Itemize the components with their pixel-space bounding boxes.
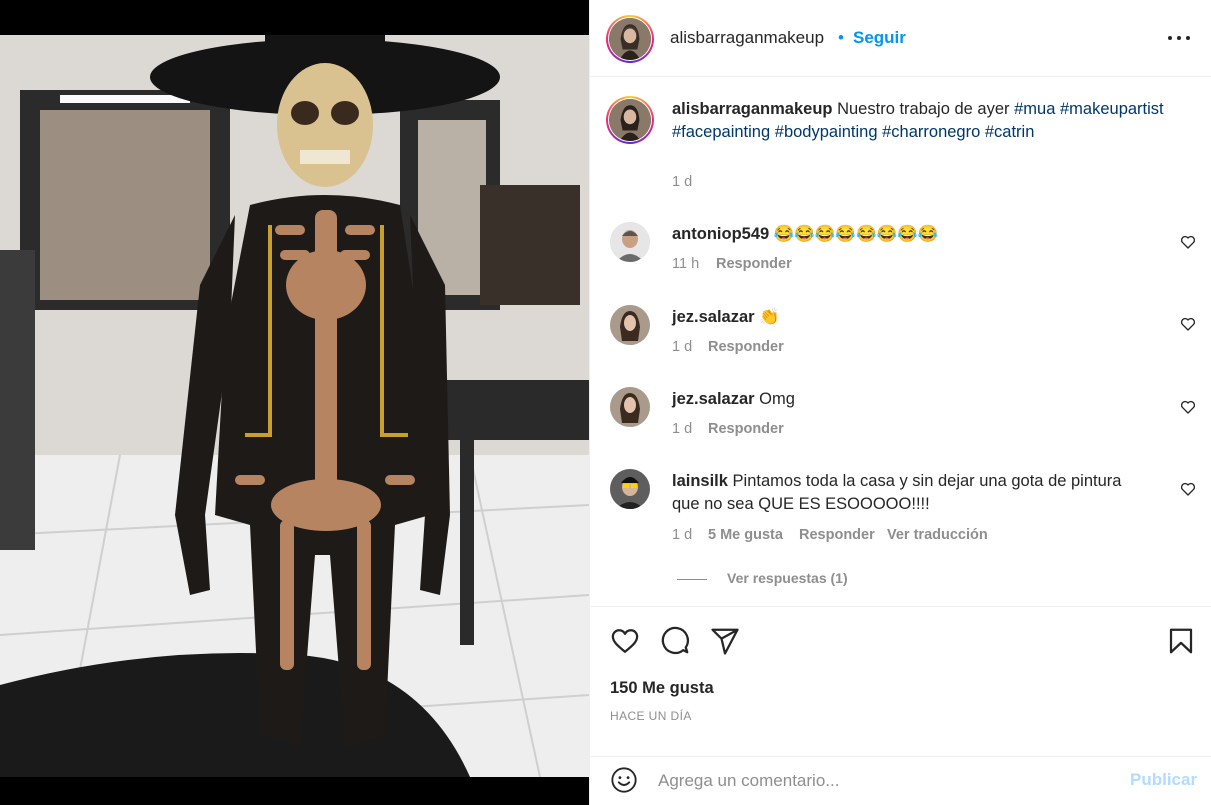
comment-text: jez.salazar 👏 — [672, 306, 1172, 329]
comment-icon[interactable] — [660, 626, 690, 656]
bookmark-icon[interactable] — [1166, 626, 1196, 656]
hashtag[interactable]: #catrin — [985, 123, 1035, 141]
comment-time: 1 d — [672, 421, 693, 437]
comment-time: 1 d — [672, 339, 693, 355]
comment-username[interactable]: lainsilk — [672, 472, 728, 490]
hashtag[interactable]: #facepainting — [672, 123, 770, 141]
emoji-icon[interactable] — [610, 766, 638, 794]
caption-avatar-image — [609, 99, 651, 141]
post-caption: alisbarraganmakeup Nuestro trabajo de ay… — [672, 98, 1172, 144]
separator-dot: • — [838, 28, 844, 47]
comment-avatar[interactable] — [610, 305, 650, 345]
view-replies-button[interactable]: Ver respuestas (1) — [677, 570, 848, 586]
comment-avatar[interactable] — [610, 387, 650, 427]
follow-button[interactable]: Seguir — [853, 28, 906, 48]
post-image — [0, 35, 589, 777]
comment-likes-count[interactable]: 5 Me gusta — [708, 527, 783, 543]
translate-button[interactable]: Ver traducción — [887, 527, 988, 543]
comment-body: 👏 — [759, 308, 780, 326]
post-details-panel: alisbarraganmakeup • Seguir alisbarragan… — [589, 0, 1211, 805]
reply-button[interactable]: Responder — [716, 256, 792, 272]
author-username[interactable]: alisbarraganmakeup — [670, 28, 824, 48]
comments-section: alisbarraganmakeup Nuestro trabajo de ay… — [590, 78, 1211, 606]
publish-button[interactable]: Publicar — [1130, 770, 1197, 790]
comment-text: lainsilk Pintamos toda la casa y sin dej… — [672, 470, 1152, 516]
comment-like-icon[interactable] — [1180, 234, 1196, 250]
comment-avatar[interactable] — [610, 469, 650, 509]
comment-username[interactable]: jez.salazar — [672, 390, 755, 408]
caption-body: Nuestro trabajo de ayer — [837, 100, 1010, 118]
comment-input[interactable] — [658, 769, 1108, 793]
comment-time: 11 h — [672, 256, 700, 272]
caption-username[interactable]: alisbarraganmakeup — [672, 100, 833, 118]
author-avatar[interactable] — [606, 15, 654, 63]
hashtag[interactable]: #mua — [1014, 100, 1055, 118]
comment-time: 1 d — [672, 527, 693, 543]
comment-like-icon[interactable] — [1180, 316, 1196, 332]
post-header: alisbarraganmakeup • Seguir — [590, 0, 1211, 77]
comment-text: jez.salazar Omg — [672, 388, 1172, 411]
comment-like-icon[interactable] — [1180, 481, 1196, 497]
comment-text: antoniop549 😂😂😂😂😂😂😂😂 — [672, 223, 1172, 246]
author-avatar-image — [609, 18, 651, 60]
caption-time: 1 d — [672, 174, 693, 190]
comment-username[interactable]: antoniop549 — [672, 225, 769, 243]
reply-button[interactable]: Responder — [708, 421, 784, 437]
reply-button[interactable]: Responder — [708, 339, 784, 355]
comment-avatar-image — [610, 387, 650, 427]
comment-avatar-image — [610, 222, 650, 262]
post-photo[interactable] — [0, 35, 589, 777]
comment-avatar-image — [610, 469, 650, 509]
comment-body: 😂😂😂😂😂😂😂😂 — [773, 225, 939, 243]
comment-avatar[interactable] — [610, 222, 650, 262]
more-options-icon[interactable] — [1168, 28, 1190, 48]
reply-button[interactable]: Responder — [799, 527, 875, 543]
likes-count[interactable]: 150 Me gusta — [610, 679, 714, 698]
post-time: HACE UN DÍA — [610, 709, 692, 723]
send-icon[interactable] — [710, 626, 740, 656]
post-actions: 150 Me gusta HACE UN DÍA — [590, 606, 1211, 756]
heart-icon[interactable] — [610, 626, 640, 656]
post-media — [0, 0, 589, 805]
comment-like-icon[interactable] — [1180, 399, 1196, 415]
hashtag[interactable]: #charronegro — [882, 123, 980, 141]
hashtag[interactable]: #bodypainting — [775, 123, 878, 141]
hashtag[interactable]: #makeupartist — [1060, 100, 1164, 118]
comment-body: Pintamos toda la casa y sin dejar una go… — [672, 472, 1122, 513]
add-comment-bar: Publicar — [590, 756, 1211, 805]
comment-username[interactable]: jez.salazar — [672, 308, 755, 326]
comment-body: Omg — [759, 390, 795, 408]
comment-avatar-image — [610, 305, 650, 345]
caption-avatar[interactable] — [606, 96, 654, 144]
